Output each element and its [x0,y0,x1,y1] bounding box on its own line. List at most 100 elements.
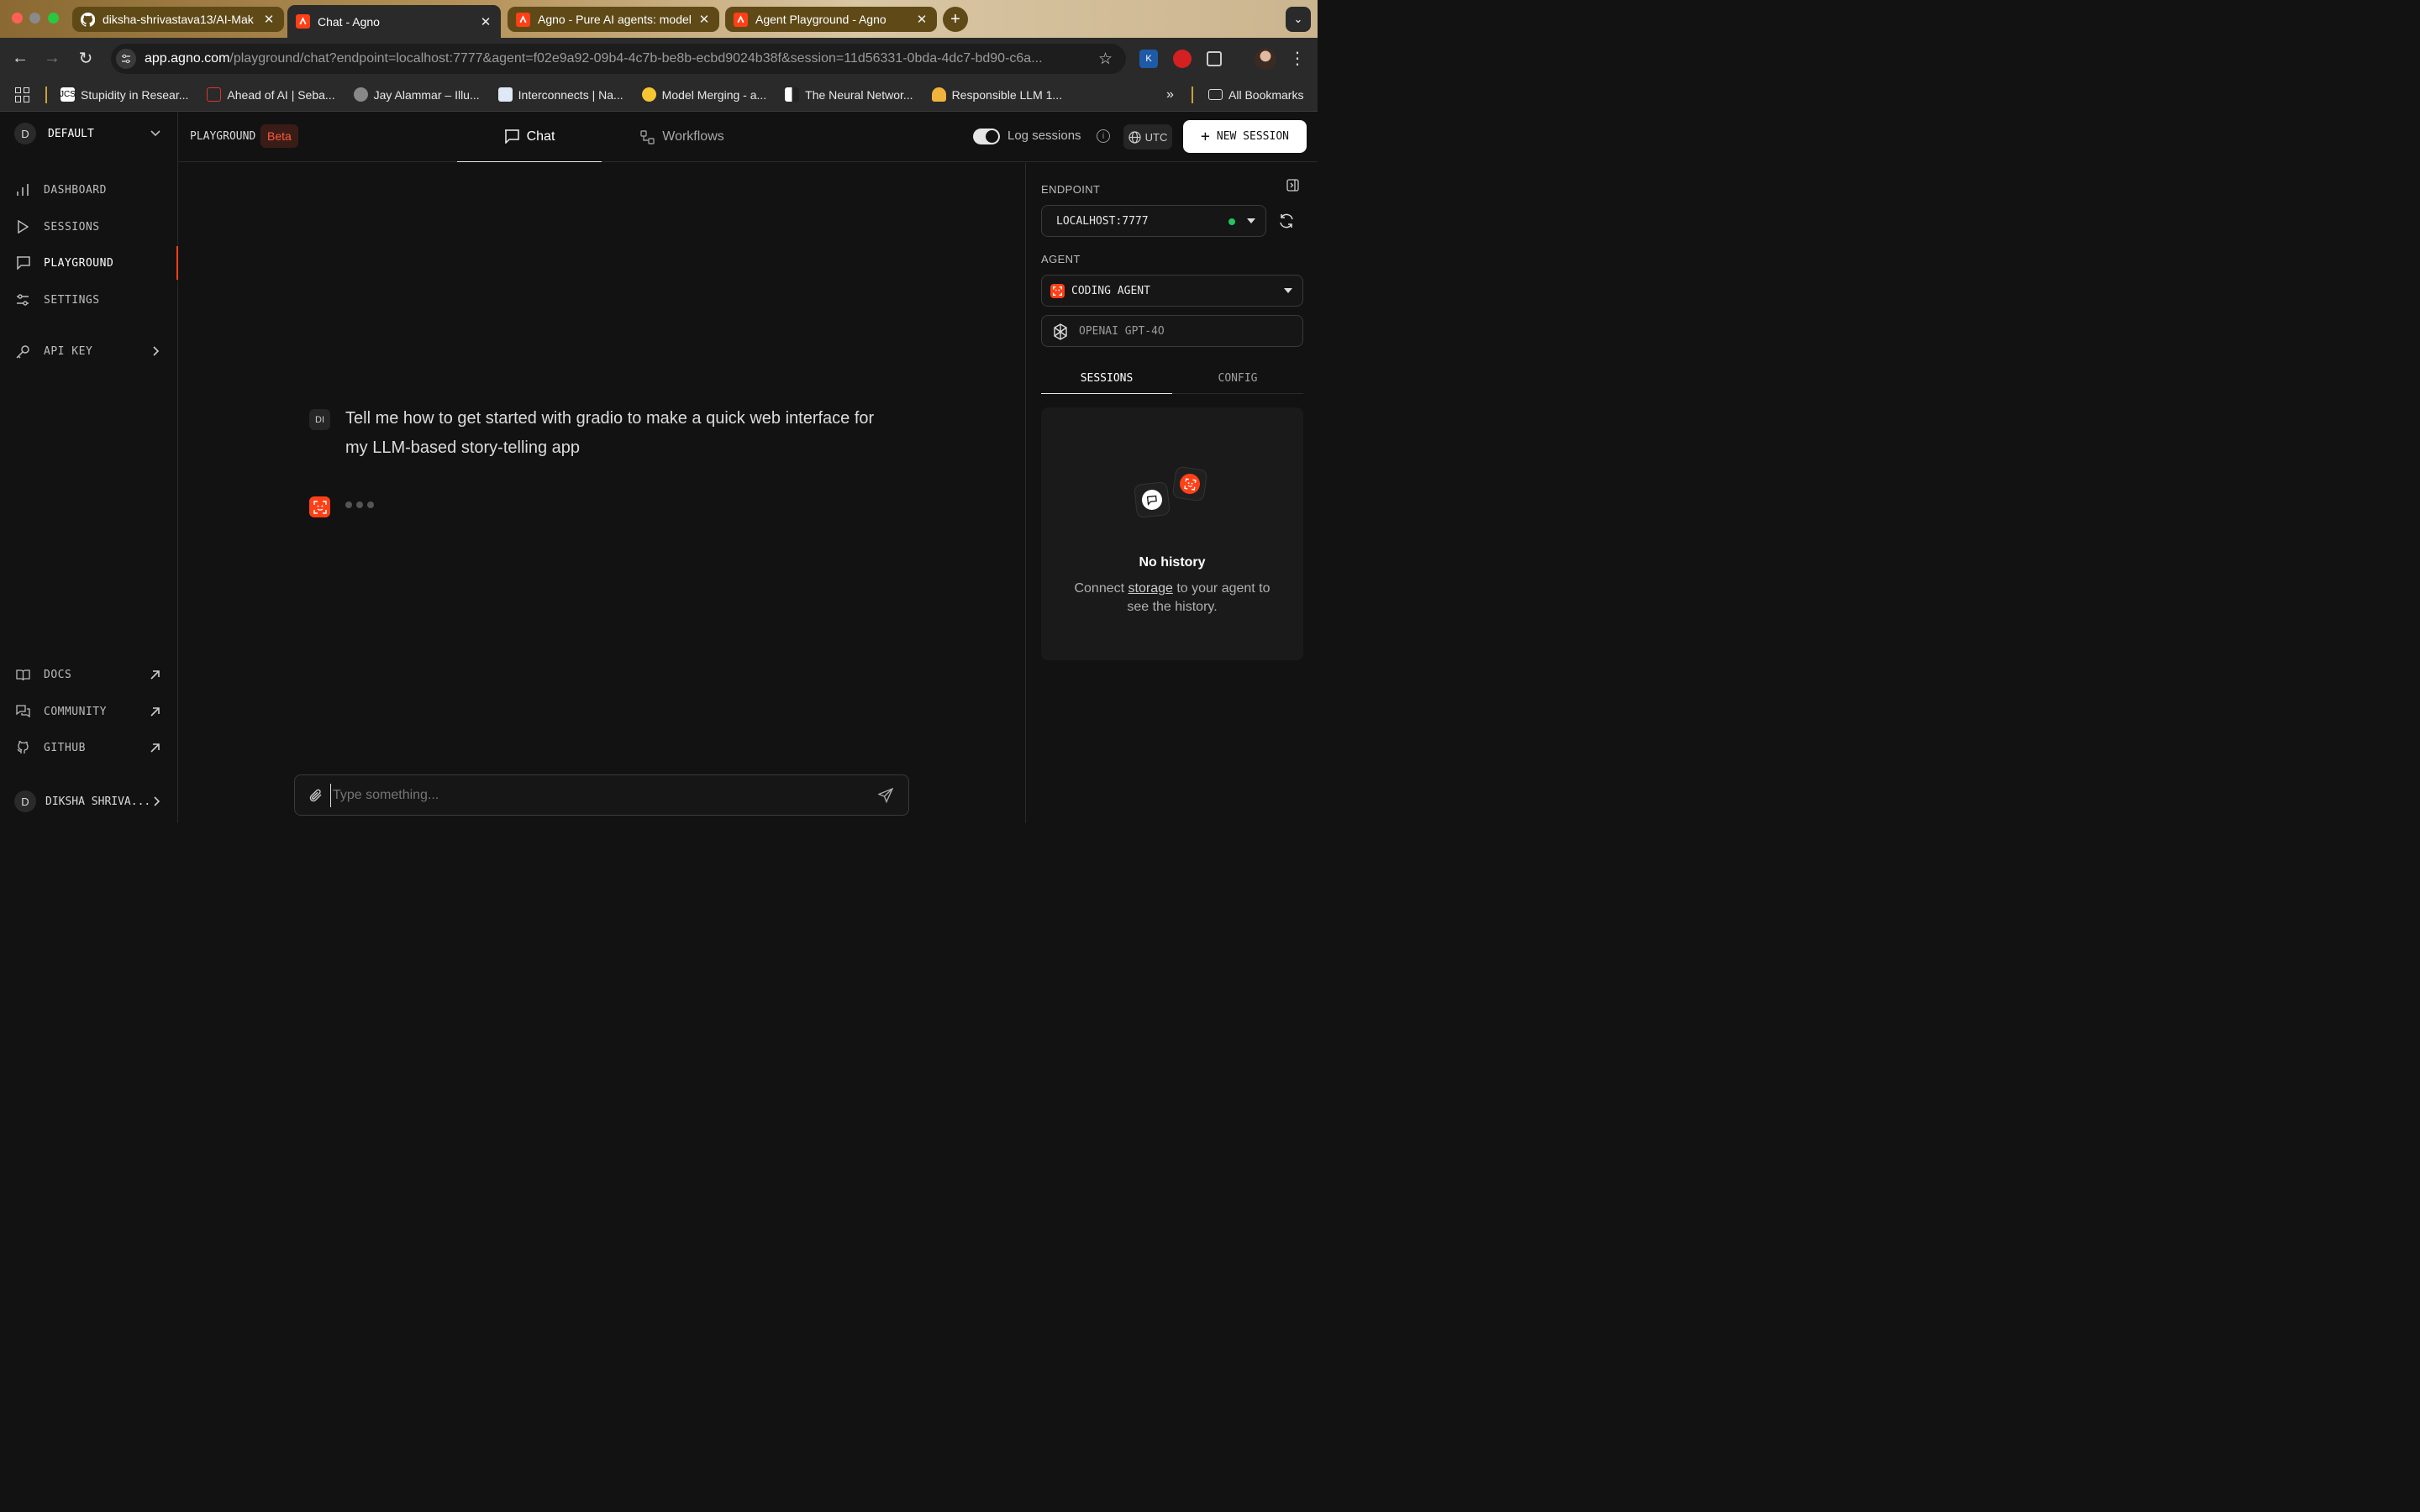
sidebar-link-docs[interactable]: DOCS [0,658,178,691]
browser-tab-agent-playground[interactable]: Agent Playground - Agno ✕ [725,7,937,32]
github-icon [15,740,30,755]
github-icon [81,12,95,27]
tab-sessions[interactable]: SESSIONS [1041,363,1172,394]
attach-icon[interactable] [308,788,324,803]
browser-tab-github[interactable]: diksha-shrivastava13/AI-Mak ✕ [72,7,284,32]
sidebar-item-playground[interactable]: PLAYGROUND [0,246,178,280]
new-tab-button[interactable]: + [943,7,968,32]
sidebar-item-sessions[interactable]: SESSIONS [0,210,178,244]
chat-input[interactable] [330,784,868,807]
agent-select[interactable]: CODING AGENT [1041,275,1303,307]
button-label: NEW SESSION [1216,130,1289,143]
tab-workflows[interactable]: Workflows [615,112,750,162]
new-session-button[interactable]: + NEW SESSION [1183,120,1307,153]
endpoint-select[interactable]: LOCALHOST:7777 [1041,205,1266,237]
message-square-icon [15,255,30,270]
address-bar[interactable]: app.agno.com /playground/chat?endpoint=l… [111,44,1126,74]
apps-grid-icon[interactable] [15,87,30,102]
back-icon[interactable]: ← [10,48,30,68]
plus-icon: + [1201,128,1210,145]
caret-down-icon [1284,288,1292,293]
bookmark-item[interactable]: JCS Stupidity in Resear... [60,87,188,102]
all-bookmarks[interactable]: All Bookmarks [1208,88,1303,102]
bookmark-item[interactable]: The Neural Networ... [785,87,913,102]
close-icon[interactable]: ✕ [262,12,276,27]
user-menu[interactable]: D DIKSHA SHRIVA... [14,790,166,813]
close-icon[interactable]: ✕ [915,12,929,27]
bookmark-item[interactable]: Jay Alammar – Illu... [353,87,480,102]
tab-config[interactable]: CONFIG [1172,363,1303,394]
forward-icon[interactable]: → [42,48,62,68]
reload-icon[interactable]: ↻ [76,48,96,68]
extension-stop-icon[interactable] [1173,50,1192,68]
window-zoom-button[interactable] [48,13,59,24]
substack-icon [207,87,222,102]
sidebar-item-dashboard[interactable]: DASHBOARD [0,173,178,207]
neural-network-icon [785,87,800,102]
external-link-icon [150,669,160,680]
sidebar-item-api-key[interactable]: API KEY [0,334,178,368]
workspace-avatar: D [14,123,36,144]
browser-menu-icon[interactable]: ⋮ [1287,48,1307,68]
empty-text: Connect [1074,581,1128,596]
agent-value: CODING AGENT [1071,284,1150,297]
bookmark-item[interactable]: Interconnects | Na... [497,87,623,102]
sidebar-link-github[interactable]: GITHUB [0,731,178,764]
user-avatar: D [14,790,36,812]
sidebar-item-label: SETTINGS [44,293,100,307]
tab-label: CONFIG [1218,371,1258,385]
agent-face-icon [313,500,327,514]
collapse-panel-icon[interactable] [1286,179,1299,192]
key-icon [15,344,30,359]
typing-indicator [345,501,374,508]
sidebar-item-label: DASHBOARD [44,183,107,197]
refresh-icon[interactable] [1278,213,1295,229]
browser-tab-chat-agno[interactable]: Chat - Agno ✕ [287,5,501,38]
info-icon[interactable]: i [1097,129,1110,143]
beta-badge: Beta [260,124,298,148]
chevron-down-icon [150,130,160,137]
sidebar-item-label: SESSIONS [44,220,100,234]
tab-search-button[interactable]: ⌄ [1286,7,1311,32]
bookmark-item[interactable]: Ahead of AI | Seba... [207,87,335,102]
extension-icon[interactable]: K [1139,50,1158,68]
interconnects-icon [497,87,513,102]
tab-title: Chat - Agno [318,14,380,29]
window-close-button[interactable] [12,13,23,24]
profile-avatar[interactable] [1255,48,1276,70]
user-message: Tell me how to get started with gradio t… [345,409,875,457]
storage-link[interactable]: storage [1128,581,1173,596]
chat-input-box [294,774,909,816]
agent-avatar [309,496,330,517]
bookmark-item[interactable]: Model Merging - a... [641,87,766,102]
bookmark-divider [1192,86,1193,103]
close-icon[interactable]: ✕ [479,14,492,29]
send-icon[interactable] [878,788,893,803]
chevron-right-icon [154,796,160,806]
timezone-button[interactable]: UTC [1123,124,1172,150]
external-link-icon [150,743,160,753]
bar-chart-icon [15,182,30,197]
jcs-icon: JCS [60,87,76,102]
workspace-switcher[interactable]: D DEFAULT [14,122,166,145]
window-minimize-button[interactable] [29,13,40,24]
chat-bubbles-icon [15,704,30,719]
log-sessions-toggle[interactable] [973,129,1000,144]
close-icon[interactable]: ✕ [697,12,711,27]
openai-icon [1050,322,1071,342]
sessions-empty-state: No history Connect storage to your agent… [1041,407,1303,660]
site-info-icon[interactable] [116,49,136,69]
message-square-icon [504,129,519,144]
bookmark-star-icon[interactable]: ☆ [1098,50,1113,69]
browser-tab-agno-home[interactable]: Agno - Pure AI agents: model ✕ [508,7,719,32]
agno-icon [516,12,530,27]
bookmarks-overflow-icon[interactable]: » [1166,87,1174,102]
sidebar-item-label: GITHUB [44,741,86,754]
bookmark-item[interactable]: Responsible LLM 1... [931,87,1062,102]
sidebar-item-settings[interactable]: SETTINGS [0,283,178,317]
sidebar-link-community[interactable]: COMMUNITY [0,695,178,728]
agent-face-icon [1050,284,1065,298]
tab-chat[interactable]: Chat [457,112,602,162]
extensions-puzzle-icon[interactable] [1207,51,1222,66]
agent-illustration [1171,465,1208,502]
